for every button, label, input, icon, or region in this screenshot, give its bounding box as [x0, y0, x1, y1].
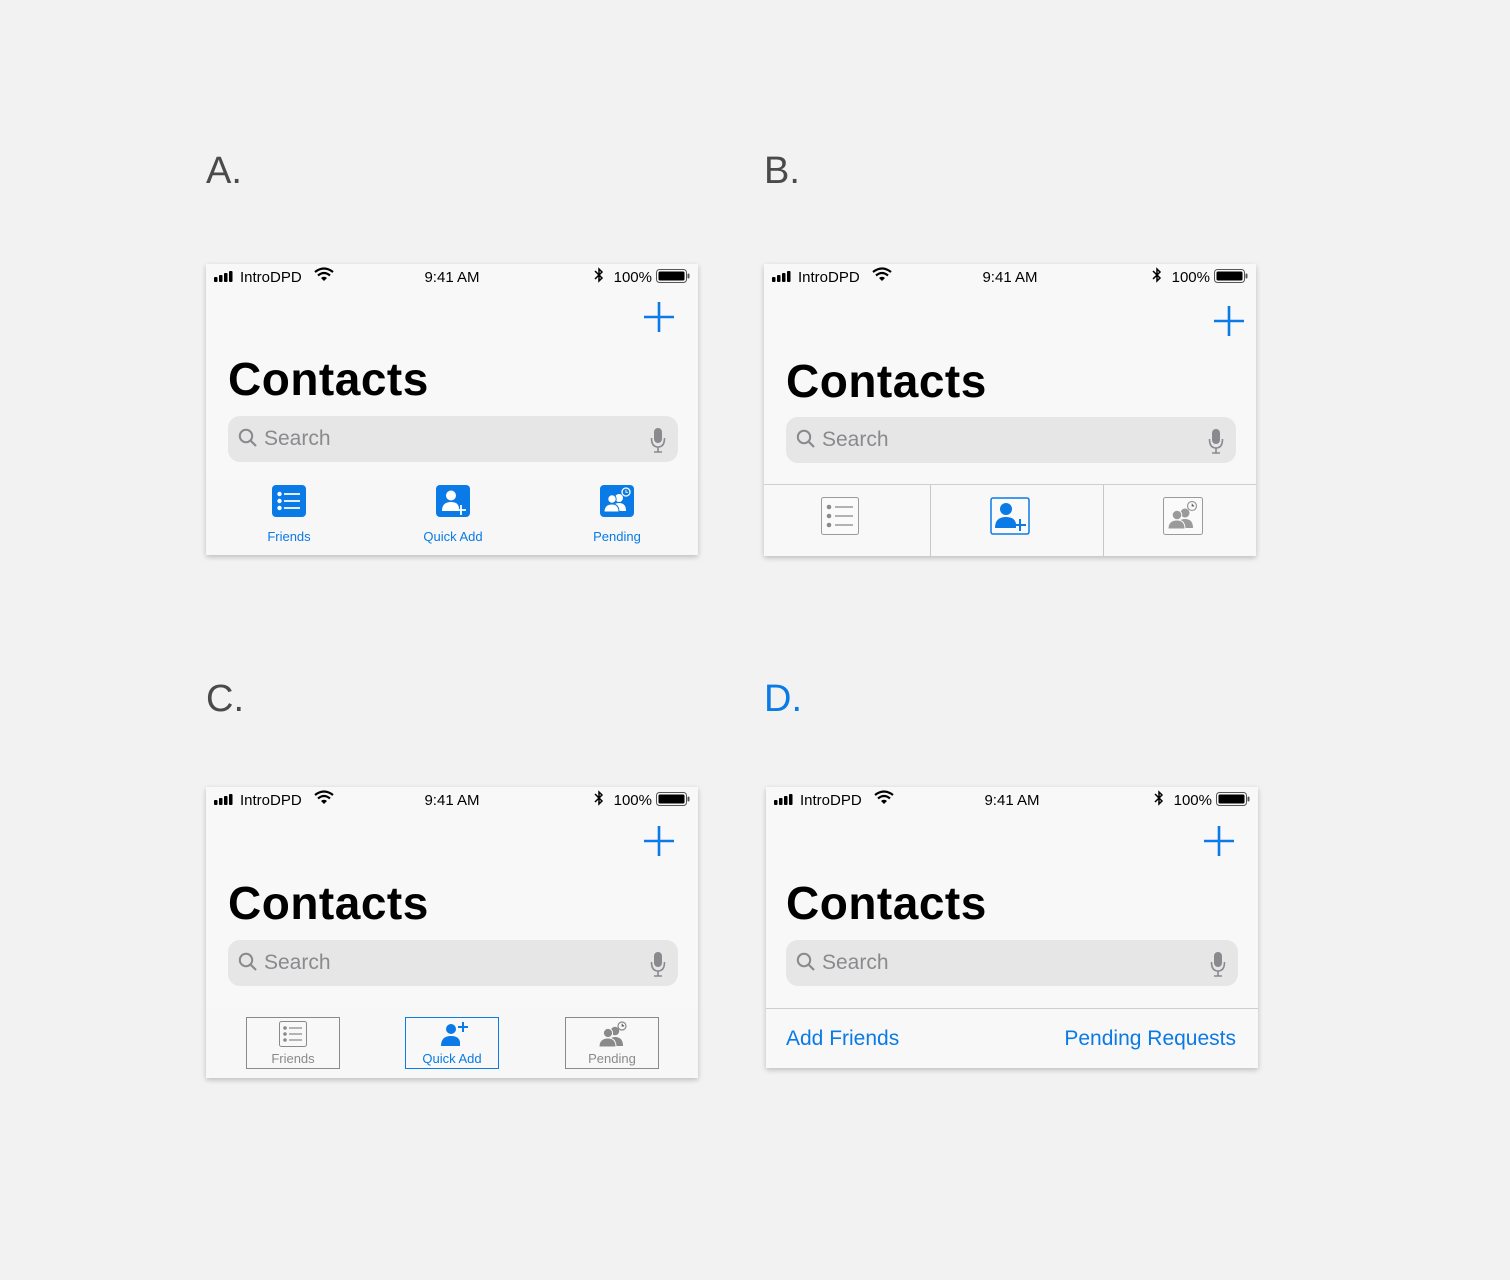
add-contact-button[interactable]: [1202, 824, 1236, 858]
pending-person-icon: [598, 1021, 627, 1048]
search-icon: [796, 952, 815, 971]
search-icon: [238, 952, 257, 971]
add-friends-link[interactable]: Add Friends: [786, 1027, 899, 1051]
pending-person-icon: [600, 485, 634, 517]
search-icon: [238, 428, 257, 447]
search-bar: [228, 940, 678, 986]
add-contact-button[interactable]: [1212, 304, 1246, 338]
tab-bar: Friends Quick Add Pending: [206, 1007, 698, 1078]
tab-bar: [764, 484, 1256, 556]
bluetooth-icon: [1152, 267, 1162, 283]
status-bar: IntroDPD 9:41 AM 100%: [206, 264, 698, 290]
variant-label-d: D.: [764, 678, 802, 720]
status-bar: IntroDPD 9:41 AM 100%: [764, 264, 1256, 290]
search-icon: [796, 429, 815, 448]
list-icon: [279, 1021, 307, 1047]
tab-label: Quick Add: [423, 529, 483, 544]
add-contact-button[interactable]: [642, 300, 676, 334]
page-title: Contacts: [786, 877, 987, 929]
battery-icon: [656, 792, 690, 806]
tab-friends[interactable]: Friends: [224, 479, 354, 555]
add-person-icon: [990, 497, 1030, 535]
microphone-icon[interactable]: [1210, 951, 1226, 977]
page-title: Contacts: [786, 355, 987, 407]
tab-bar: Friends Quick Add Pending: [206, 479, 698, 555]
tab-pending[interactable]: Pending: [552, 479, 682, 555]
battery-percent: 100%: [1171, 269, 1210, 286]
tab-label: Pending: [588, 1051, 636, 1066]
page-title: Contacts: [228, 877, 429, 929]
variant-label-a: A.: [206, 150, 242, 192]
tab-quick-add[interactable]: Quick Add: [388, 479, 518, 555]
tab-quick-add[interactable]: Quick Add: [405, 1017, 499, 1069]
search-input[interactable]: [264, 940, 604, 986]
microphone-icon[interactable]: [650, 951, 666, 977]
phone-mockup-c: IntroDPD 9:41 AM 100% Contacts Friends Q…: [206, 787, 698, 1078]
search-input[interactable]: [822, 940, 1162, 986]
search-bar: [786, 940, 1238, 986]
status-bar: IntroDPD 9:41 AM 100%: [766, 787, 1258, 813]
pending-requests-link[interactable]: Pending Requests: [1064, 1027, 1236, 1051]
pending-person-icon: [1163, 497, 1203, 535]
battery-percent: 100%: [613, 269, 652, 286]
page-title: Contacts: [228, 353, 429, 405]
search-input[interactable]: [264, 416, 604, 462]
list-icon: [272, 485, 306, 517]
phone-mockup-d: IntroDPD 9:41 AM 100% Contacts Add Frien…: [766, 787, 1258, 1068]
tab-friends[interactable]: Friends: [246, 1017, 340, 1069]
battery-icon: [1216, 792, 1250, 806]
bluetooth-icon: [594, 267, 604, 283]
add-contact-button[interactable]: [642, 824, 676, 858]
tab-label: Pending: [593, 529, 641, 544]
variant-label-b: B.: [764, 150, 800, 192]
tab-friends[interactable]: [764, 485, 930, 556]
bottom-link-bar: Add Friends Pending Requests: [766, 1008, 1258, 1068]
tab-label: Friends: [271, 1051, 315, 1066]
tab-label: Quick Add: [422, 1051, 482, 1066]
microphone-icon[interactable]: [1208, 428, 1224, 454]
bluetooth-icon: [1154, 790, 1164, 806]
tab-label: Friends: [267, 529, 311, 544]
bluetooth-icon: [594, 790, 604, 806]
microphone-icon[interactable]: [650, 427, 666, 453]
battery-percent: 100%: [1173, 792, 1212, 809]
variant-label-c: C.: [206, 678, 244, 720]
search-bar: [228, 416, 678, 462]
phone-mockup-a: IntroDPD 9:41 AM 100% Contacts Friends Q…: [206, 264, 698, 555]
search-input[interactable]: [822, 417, 1162, 463]
status-bar: IntroDPD 9:41 AM 100%: [206, 787, 698, 813]
search-bar: [786, 417, 1236, 463]
phone-mockup-b: IntroDPD 9:41 AM 100% Contacts: [764, 264, 1256, 556]
add-person-icon: [441, 1022, 468, 1046]
battery-icon: [1214, 269, 1248, 283]
tab-pending[interactable]: [1104, 485, 1256, 556]
battery-percent: 100%: [613, 792, 652, 809]
tab-quick-add[interactable]: [931, 485, 1103, 556]
battery-icon: [656, 269, 690, 283]
list-icon: [821, 497, 859, 535]
tab-pending[interactable]: Pending: [565, 1017, 659, 1069]
add-person-icon: [436, 485, 470, 517]
